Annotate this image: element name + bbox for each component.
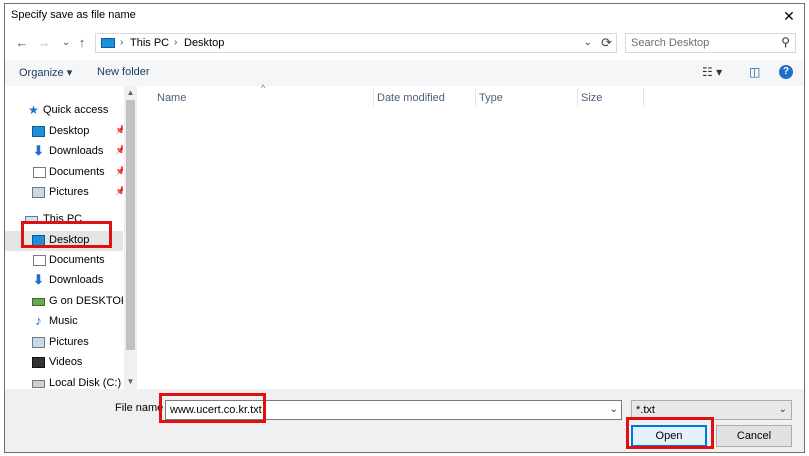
close-icon[interactable]: ✕ <box>778 6 800 26</box>
refresh-icon[interactable]: ⟳ <box>601 35 612 51</box>
file-name-input[interactable]: www.ucert.co.kr.txt ⌄ <box>165 400 622 420</box>
sidebar-item-label: Documents <box>49 166 105 178</box>
sidebar-item-label: Local Disk (C:) <box>49 377 122 389</box>
sidebar-item-network-drive[interactable]: G on DESKTOP-C <box>5 292 123 312</box>
sidebar-item-pc-documents[interactable]: Documents <box>5 251 123 271</box>
sidebar-item-label: Pictures <box>49 336 89 348</box>
download-icon: ⬇ <box>33 143 44 158</box>
file-name-label: File name <box>115 402 164 414</box>
sidebar-item-label: Downloads <box>49 274 104 286</box>
open-button[interactable]: Open <box>631 425 707 447</box>
sidebar-item-label: Documents <box>49 254 105 266</box>
pin-icon: 📌 <box>115 145 123 155</box>
column-divider[interactable] <box>643 88 644 106</box>
sort-ascending-icon: ^ <box>261 83 266 93</box>
music-icon: ♪ <box>35 313 42 328</box>
search-placeholder: Search Desktop <box>631 37 710 49</box>
preview-pane-icon[interactable]: ◫ <box>749 65 760 79</box>
sidebar-item-music[interactable]: ♪ Music <box>5 312 123 332</box>
file-type-dropdown-icon[interactable]: ⌄ <box>779 404 787 415</box>
this-pc-icon <box>101 38 115 48</box>
forward-arrow-icon[interactable]: → <box>35 34 53 52</box>
scroll-up-arrow-icon[interactable]: ▲ <box>124 86 137 100</box>
back-arrow-icon[interactable]: ← <box>13 34 31 52</box>
sidebar-item-pc-desktop[interactable]: Desktop <box>5 231 123 251</box>
sidebar-item-label: Music <box>49 315 78 327</box>
navigation-bar: ← → ⌄ ↑ › This PC › Desktop ⌄ ⟳ Search D… <box>5 31 804 57</box>
network-drive-icon <box>32 298 45 306</box>
videos-icon <box>32 357 45 368</box>
search-box[interactable]: Search Desktop ⚲ <box>625 33 796 53</box>
column-header-date-modified[interactable]: Date modified <box>377 92 445 104</box>
sidebar-item-quick-access[interactable]: ★ Quick access <box>5 101 123 121</box>
up-arrow-icon[interactable]: ↑ <box>73 34 91 52</box>
sidebar-item-label: Videos <box>49 356 83 368</box>
sidebar-item-label: Pictures <box>49 186 89 198</box>
cancel-button[interactable]: Cancel <box>716 425 792 447</box>
column-divider[interactable] <box>475 88 476 106</box>
sidebar-item-documents[interactable]: Documents 📌 <box>5 163 123 183</box>
navigation-pane: ★ Quick access Desktop 📌 ⬇ Downloads 📌 D… <box>5 86 137 389</box>
sidebar-item-label: Downloads <box>49 145 104 157</box>
drive-icon <box>32 380 45 388</box>
scrollbar-thumb[interactable] <box>126 100 135 350</box>
sidebar-item-label: G on DESKTOP-C <box>49 295 123 307</box>
sidebar-item-pictures[interactable]: Pictures 📌 <box>5 183 123 203</box>
sidebar-item-downloads[interactable]: ⬇ Downloads 📌 <box>5 142 123 162</box>
sidebar-item-pc-downloads[interactable]: ⬇ Downloads <box>5 271 123 291</box>
scroll-down-arrow-icon[interactable]: ▼ <box>124 375 137 389</box>
sidebar-item-label: Desktop <box>49 125 90 137</box>
column-header-size[interactable]: Size <box>581 92 602 104</box>
file-list: ^ Name Date modified Type Size <box>143 83 804 389</box>
save-dialog: Specify save as file name ✕ ← → ⌄ ↑ › Th… <box>4 3 805 453</box>
organize-button[interactable]: Organize ▾ <box>19 66 72 79</box>
download-icon: ⬇ <box>33 272 44 287</box>
sidebar-item-label: This PC <box>43 213 83 225</box>
sidebar-scrollbar[interactable]: ▲ ▼ <box>124 86 137 389</box>
dialog-title: Specify save as file name <box>11 9 136 21</box>
title-bar: Specify save as file name ✕ <box>5 4 804 28</box>
command-toolbar: Organize ▾ New folder ☷ ▾ ◫ ? <box>5 60 804 86</box>
sidebar-item-pc-pictures[interactable]: Pictures <box>5 333 123 353</box>
column-header-type[interactable]: Type <box>479 92 503 104</box>
breadcrumb-this-pc[interactable]: This PC <box>130 37 169 49</box>
breadcrumb-separator: › <box>120 37 124 48</box>
pictures-icon <box>32 187 45 198</box>
sidebar-item-label: Quick access <box>43 104 109 116</box>
pictures-icon <box>32 337 45 348</box>
breadcrumb-separator: › <box>174 37 178 48</box>
sidebar-item-videos[interactable]: Videos <box>5 353 123 373</box>
sidebar-item-this-pc[interactable]: This PC <box>5 210 123 230</box>
documents-icon <box>33 167 46 178</box>
breadcrumb-desktop[interactable]: Desktop <box>184 37 224 49</box>
desktop-icon <box>32 235 45 246</box>
help-icon[interactable]: ? <box>779 65 793 79</box>
file-name-dropdown-icon[interactable]: ⌄ <box>610 404 618 415</box>
new-folder-button[interactable]: New folder <box>97 66 150 78</box>
sidebar-item-desktop[interactable]: Desktop 📌 <box>5 122 123 142</box>
address-bar[interactable]: › This PC › Desktop ⌄ ⟳ <box>95 33 617 53</box>
dialog-footer: File name www.ucert.co.kr.txt ⌄ *.txt ⌄ … <box>5 389 804 452</box>
column-header-name[interactable]: Name <box>157 92 186 104</box>
pin-icon: 📌 <box>115 186 123 196</box>
sidebar-item-label: Desktop <box>49 234 90 246</box>
file-name-value: www.ucert.co.kr.txt <box>170 404 262 416</box>
file-type-value: *.txt <box>636 404 655 416</box>
pin-icon: 📌 <box>115 166 123 176</box>
address-dropdown-icon[interactable]: ⌄ <box>584 37 592 48</box>
pin-icon: 📌 <box>115 125 123 135</box>
desktop-icon <box>32 126 45 137</box>
column-divider[interactable] <box>373 88 374 106</box>
view-options-icon[interactable]: ☷ ▾ <box>702 65 722 79</box>
column-divider[interactable] <box>577 88 578 106</box>
star-icon: ★ <box>28 103 39 117</box>
search-icon[interactable]: ⚲ <box>781 35 790 49</box>
file-type-filter[interactable]: *.txt ⌄ <box>631 400 792 420</box>
documents-icon <box>33 255 46 266</box>
computer-icon <box>25 216 38 224</box>
